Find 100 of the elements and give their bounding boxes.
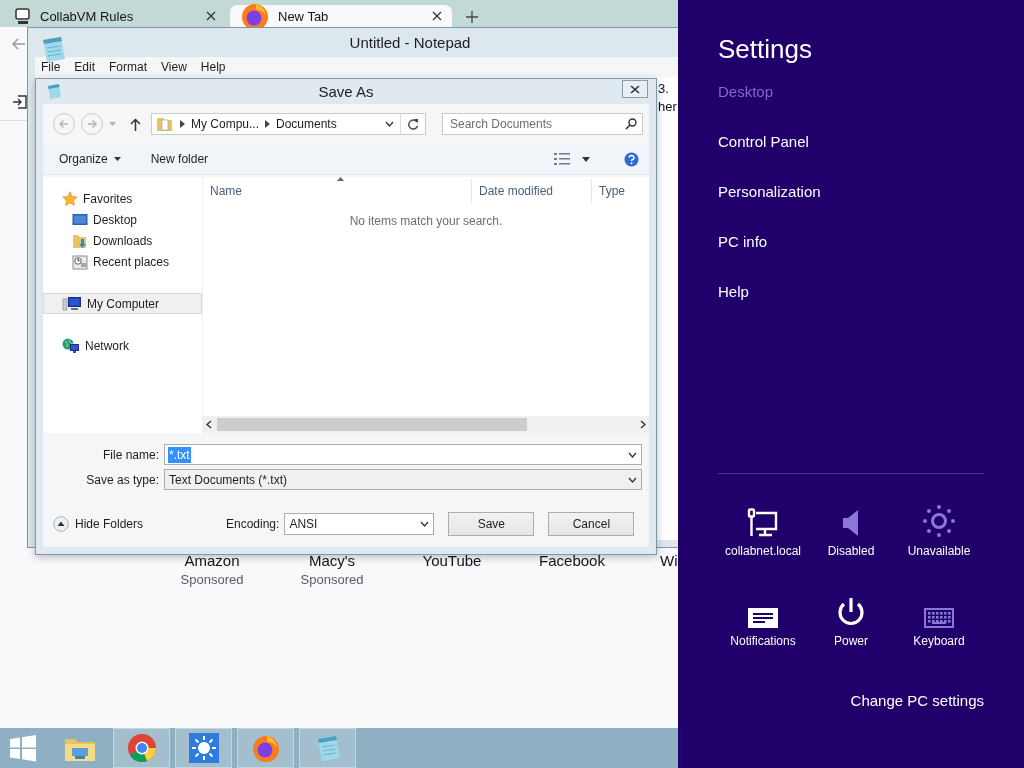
nav-item[interactable]: Recent places bbox=[43, 251, 202, 272]
shortcut-label[interactable]: Macy's bbox=[308, 552, 356, 569]
close-icon bbox=[432, 11, 442, 21]
address-bar[interactable]: My Compu... Documents bbox=[151, 113, 426, 135]
menu-item[interactable]: Format bbox=[103, 60, 154, 74]
cancel-button[interactable]: Cancel bbox=[548, 512, 635, 536]
caret-icon bbox=[109, 122, 116, 126]
sponsored-label: Sponsored bbox=[300, 572, 364, 587]
dropdown-icon bbox=[628, 476, 637, 483]
notepad-icon bbox=[46, 83, 62, 99]
back-button[interactable] bbox=[53, 113, 75, 135]
back-arrow-icon bbox=[12, 38, 26, 50]
nav-item[interactable]: Network bbox=[43, 335, 202, 356]
taskbar-button[interactable] bbox=[175, 728, 232, 768]
settings-link[interactable]: Help bbox=[718, 283, 749, 300]
refresh-icon bbox=[407, 118, 419, 130]
encoding-label: Encoding: bbox=[226, 517, 280, 531]
new-tab-icon bbox=[466, 10, 478, 23]
dropdown-icon bbox=[420, 521, 430, 527]
search-icon bbox=[625, 118, 637, 130]
sign-in-icon bbox=[12, 94, 28, 110]
path-segment[interactable]: My Compu... bbox=[191, 117, 259, 131]
sun-icon bbox=[188, 733, 219, 763]
nav-item[interactable]: Downloads bbox=[43, 230, 202, 251]
encoding-dropdown[interactable]: ANSI bbox=[284, 513, 435, 535]
chevron-icon bbox=[180, 120, 185, 128]
panel-title: Settings bbox=[718, 34, 813, 65]
settings-link: Desktop bbox=[718, 83, 774, 100]
settings-link[interactable]: PC info bbox=[718, 233, 768, 250]
back-arrow-icon bbox=[59, 119, 69, 129]
taskbar-button[interactable] bbox=[299, 728, 356, 768]
help-icon bbox=[624, 151, 639, 167]
quick-setting[interactable]: collabnet.local bbox=[719, 488, 807, 558]
power-icon bbox=[836, 596, 866, 628]
flame-ball-icon bbox=[250, 733, 281, 763]
close-icon bbox=[206, 11, 216, 21]
nav-item[interactable]: My Computer bbox=[43, 293, 202, 314]
up-arrow-icon bbox=[130, 117, 141, 131]
recent-places-icon bbox=[72, 253, 88, 270]
close-icon bbox=[630, 84, 640, 94]
caret-icon bbox=[113, 157, 121, 161]
empty-message: No items match your search. bbox=[349, 214, 503, 228]
column-header[interactable]: Name bbox=[210, 184, 242, 198]
path-segment[interactable]: Documents bbox=[276, 117, 337, 131]
view-list-icon bbox=[554, 153, 570, 165]
browser-tab[interactable]: CollabVM Rules bbox=[4, 5, 226, 27]
window-title: Untitled - Notepad bbox=[349, 34, 471, 51]
change-pc-settings-link[interactable]: Change PC settings bbox=[850, 692, 984, 709]
quick-setting[interactable]: Power bbox=[807, 578, 895, 648]
menu-item[interactable]: Help bbox=[194, 60, 232, 74]
nav-item[interactable]: Favorites bbox=[43, 188, 202, 209]
shortcut-label[interactable]: Amazon bbox=[184, 552, 240, 569]
hide-folders-button[interactable]: Hide Folders bbox=[53, 516, 213, 532]
window-logo-icon bbox=[9, 734, 37, 762]
field-label: File name: bbox=[101, 447, 159, 462]
settings-link[interactable]: Personalization bbox=[718, 183, 821, 200]
globe-computer-icon bbox=[62, 337, 80, 354]
computer-icon bbox=[14, 7, 32, 25]
field-label: Save as type: bbox=[85, 472, 159, 487]
network-icon bbox=[747, 508, 779, 538]
taskbar-button[interactable] bbox=[237, 728, 294, 768]
dialog-title: Save As bbox=[318, 83, 374, 100]
horizontal-scrollbar[interactable] bbox=[203, 416, 649, 433]
folder-icon bbox=[156, 116, 174, 132]
dropdown-icon bbox=[385, 121, 394, 127]
download-folder-icon bbox=[72, 232, 88, 249]
shortcut-label[interactable]: Facebook bbox=[539, 552, 605, 569]
column-header[interactable]: Date modified bbox=[479, 184, 554, 198]
chevron-icon bbox=[265, 120, 270, 128]
star-icon bbox=[62, 190, 78, 207]
save-button[interactable]: Save bbox=[448, 512, 535, 536]
tricolor-circle-icon bbox=[126, 733, 157, 763]
scrollbar-thumb[interactable] bbox=[217, 418, 527, 431]
search-field[interactable]: Search Documents bbox=[442, 113, 643, 135]
sun-icon bbox=[922, 504, 956, 538]
forward-button[interactable] bbox=[81, 113, 103, 135]
settings-link[interactable]: Control Panel bbox=[718, 133, 809, 150]
sponsored-label: Sponsored bbox=[180, 572, 244, 587]
nav-item[interactable]: Desktop bbox=[43, 209, 202, 230]
shortcut-label[interactable]: Wi bbox=[660, 552, 678, 569]
scroll-left-icon bbox=[206, 420, 212, 429]
keyboard-icon bbox=[924, 608, 954, 628]
organize-button[interactable]: Organize bbox=[53, 149, 127, 169]
computer-icon bbox=[62, 295, 82, 312]
column-header[interactable]: Type bbox=[599, 184, 625, 198]
shortcut-label[interactable]: YouTube bbox=[422, 552, 482, 569]
text-line: her bbox=[658, 98, 677, 116]
dropdown-icon bbox=[628, 451, 637, 458]
close-button[interactable] bbox=[622, 80, 648, 98]
caret-icon bbox=[582, 156, 590, 162]
browser-tab[interactable]: New Tab bbox=[230, 5, 452, 27]
new-folder-button[interactable]: New folder bbox=[144, 149, 215, 169]
menu-item[interactable]: View bbox=[155, 60, 193, 74]
speaker-icon bbox=[842, 508, 860, 538]
taskbar-button[interactable] bbox=[113, 728, 170, 768]
file-type-dropdown[interactable]: Text Documents (*.txt) bbox=[164, 469, 642, 490]
quick-setting[interactable]: Notifications bbox=[719, 578, 807, 648]
menu-item[interactable]: Edit bbox=[68, 60, 102, 74]
forward-arrow-icon bbox=[87, 119, 97, 129]
menu-item[interactable]: File bbox=[35, 60, 67, 74]
